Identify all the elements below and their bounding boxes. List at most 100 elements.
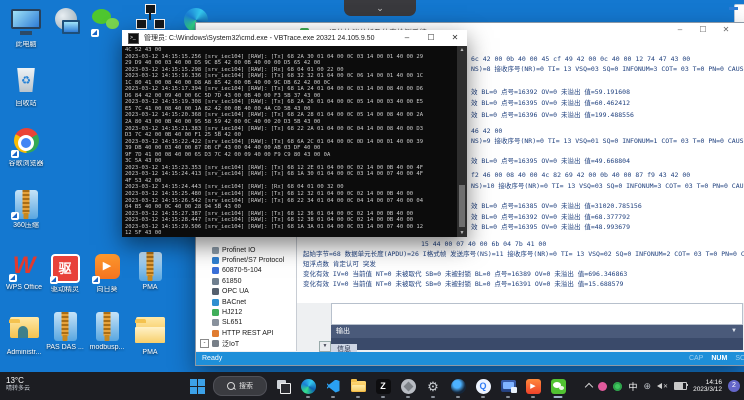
tree-item-profinet-io[interactable]: Profinet IO: [196, 245, 296, 255]
close-button[interactable]: ✕: [443, 30, 467, 46]
taskbar-explorer[interactable]: [349, 377, 367, 398]
tree-item-opc-ua[interactable]: OPC UA: [196, 287, 296, 297]
taskbar-capcut[interactable]: Z: [374, 377, 392, 398]
analysis-line: NS)=8 接收序号(NR)=0 TI= 13 VSQ=03 SQ=0 INFO…: [471, 65, 744, 73]
scroll-up-icon[interactable]: ▲: [457, 47, 467, 53]
output-list-box[interactable]: [331, 303, 743, 325]
taskbar-vscode[interactable]: [324, 377, 342, 398]
tree-item-label: SL651: [222, 319, 243, 327]
tray-time: 14:16: [705, 378, 722, 386]
protocol-icon: [212, 246, 219, 254]
output-panel-header: 输出 ▼: [331, 325, 743, 338]
zip-file-icon: [53, 312, 77, 341]
taskbar-dark-app[interactable]: [449, 377, 467, 398]
protocol-icon: [212, 340, 219, 348]
num-indicator: NUM: [711, 355, 728, 362]
status-text: Ready: [202, 355, 223, 362]
tree-item-sl651[interactable]: SL651: [196, 318, 296, 328]
tree-item-http-rest-api[interactable]: HTTP REST API: [196, 328, 296, 338]
tree-item-label: HTTP REST API: [222, 329, 274, 337]
taskbar-remote-desktop[interactable]: [499, 377, 517, 398]
edge-icon: [300, 378, 316, 394]
tree-item-bacnet[interactable]: BACnet: [196, 297, 296, 307]
tray-app-green-icon[interactable]: [613, 381, 623, 391]
notification-badge[interactable]: 2: [728, 380, 740, 392]
tree-item-iec-60870-5-104[interactable]: 60870-5-104: [196, 266, 296, 276]
tray-expand-icon[interactable]: [585, 382, 594, 392]
analysis-line: 效 BL=0 点号=16395 OV=0 未溢出 值=48.993679: [471, 223, 630, 231]
desktop-icon-360zip[interactable]: 360压缩: [0, 190, 54, 230]
maximize-button[interactable]: ☐: [419, 30, 443, 46]
icon-label: PMA: [142, 349, 158, 356]
desktop-icon-chrome[interactable]: 谷歌浏览器: [0, 126, 54, 168]
tree-item-iec-61850[interactable]: 61850: [196, 276, 296, 286]
maximize-button[interactable]: ☐: [697, 25, 709, 34]
play-app-icon: ▶: [525, 378, 541, 394]
taskbar-quark[interactable]: Q: [474, 377, 492, 398]
task-view-icon: [280, 383, 291, 394]
taskbar-3d-app[interactable]: [399, 377, 417, 398]
weather-desc: 晴转多云: [6, 386, 31, 392]
quark-icon: Q: [475, 378, 491, 394]
taskbar-wechat[interactable]: [549, 377, 567, 398]
tree-item-hj212[interactable]: HJ212: [196, 307, 296, 317]
cmd-line: 2023-03-12 14:15:25.480 [srv_iec104] [RA…: [125, 191, 414, 198]
search-icon: [227, 382, 235, 390]
analysis-line: 效 BL=0 点号=16395 OV=0 未溢出 值=49.668804: [471, 157, 630, 165]
tree-item-iot[interactable]: - 泛IoT: [196, 339, 296, 349]
tray-app-pink-icon[interactable]: [598, 381, 608, 391]
minimize-button[interactable]: –: [395, 30, 419, 46]
expander-icon[interactable]: -: [200, 339, 209, 349]
desktop-icon-recycle-bin[interactable]: ♻ 回收站: [0, 66, 54, 108]
cmd-titlebar[interactable]: 管理员: C:\Windows\System32\cmd.exe - VBTra…: [122, 30, 467, 46]
desktop-icon-pma-zip[interactable]: PMA: [122, 252, 178, 292]
tree-item-profinet-s7[interactable]: Profinet/S7 Protocol: [196, 255, 296, 265]
analysis-line: 效 BL=0 点号=16396 OV=0 未溢出 值=199.488556: [471, 111, 634, 119]
wechat-icon: [550, 378, 566, 394]
cmd-output: 4C 52 43 00 2023-03-12 14:15:15.256 [srv_…: [122, 46, 467, 237]
taskbar: 13°C 晴转多云 搜索 Z ⚙ Q ▶ 中 ⊕ ✕ 14:16 2023/3/…: [0, 372, 744, 400]
autohide-titlebar-pill[interactable]: ⌄: [344, 0, 416, 16]
task-view-button[interactable]: [274, 377, 292, 395]
cmd-line: 2023-03-12 14:15:17.394 [srv_iec104] [RA…: [125, 86, 424, 93]
close-button[interactable]: ✕: [720, 25, 732, 34]
shortcut-arrow-icon: [11, 150, 19, 158]
chevron-down-icon[interactable]: ▼: [731, 325, 737, 338]
cmd-line: 2023-03-12 14:15:24.413 [srv_iec104] [RA…: [125, 171, 424, 178]
ime-indicator[interactable]: 中: [628, 380, 637, 393]
analysis-line: 效 BL=0 点号=16392 OV=0 未溢出 值=59.191608: [471, 88, 630, 96]
protocol-icon: [212, 329, 219, 337]
remote-desktop-icon: [500, 380, 517, 393]
shortcut-arrow-icon: [9, 274, 17, 282]
taskbar-media-app[interactable]: ▶: [524, 377, 542, 398]
file-icon: [734, 4, 744, 24]
combo-dropdown-icon[interactable]: ▼: [319, 341, 331, 352]
volume-muted-icon[interactable]: ✕: [657, 383, 668, 390]
file-explorer-icon: [350, 378, 366, 392]
network-status-icon[interactable]: ⊕: [644, 381, 652, 391]
weather-widget[interactable]: 13°C 晴转多云: [6, 376, 30, 393]
analysis-line: 46 42 00: [471, 127, 503, 135]
scroll-thumb[interactable]: [459, 185, 465, 227]
analysis-line: 变化有效 IV=0 当前值 NT=0 未被取代 SB=0 未被封锁 BL=0 点…: [303, 280, 624, 288]
shortcut-arrow-icon: [50, 276, 58, 284]
tree-item-label: 60870-5-104: [222, 267, 262, 275]
analysis-line: f2 46 00 08 40 00 4c 82 69 42 00 0b 40 0…: [471, 171, 691, 179]
taskbar-edge[interactable]: [299, 377, 317, 398]
cmd-line: 2023-03-12 14:15:29.506 [srv_iec104] [RA…: [125, 223, 424, 230]
desktop-icon-pma-folder[interactable]: PMA: [122, 312, 178, 357]
taskbar-settings[interactable]: ⚙: [424, 377, 442, 398]
tree-item-label: 泛IoT: [222, 340, 240, 348]
this-pc-icon: [11, 9, 41, 29]
cmd-scrollbar[interactable]: ▲ ▼: [457, 46, 467, 237]
analysis-line: 效 BL=0 点号=16392 OV=0 未溢出 值=68.377792: [471, 213, 630, 221]
battery-icon[interactable]: [674, 382, 689, 390]
search-button[interactable]: 搜索: [213, 376, 267, 396]
start-button[interactable]: [188, 377, 206, 395]
scroll-down-icon[interactable]: ▼: [457, 230, 467, 236]
protocol-icon: [212, 277, 219, 285]
icon-label: 360压缩: [13, 222, 39, 229]
ring-app-icon: [450, 378, 466, 394]
clock[interactable]: 14:16 2023/3/12: [693, 379, 722, 394]
minimize-button[interactable]: –: [674, 25, 686, 34]
